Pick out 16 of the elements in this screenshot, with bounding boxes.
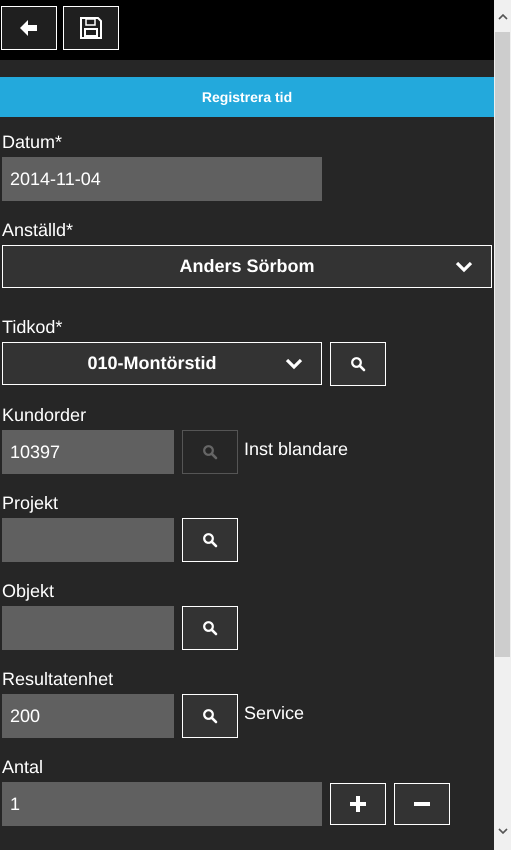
lookup-description: Inst blandare xyxy=(244,438,348,460)
field-label: Tidkod* xyxy=(2,316,62,338)
field-label: Objekt xyxy=(2,580,54,602)
employee-select[interactable]: Anders Sörbom xyxy=(2,245,492,288)
lookup-field[interactable]: 200 xyxy=(2,694,174,738)
date-field[interactable]: 2014-11-04 xyxy=(2,157,322,201)
field-label: Projekt xyxy=(2,492,58,514)
quantity-field[interactable]: 1 xyxy=(2,782,322,826)
time-code-select[interactable]: 010-Montörstid xyxy=(2,342,322,385)
lookup-description: Service xyxy=(244,702,304,724)
field-label: Anställd* xyxy=(2,219,74,241)
field-label: Datum* xyxy=(2,131,62,153)
field-label: Resultatenhet xyxy=(2,668,114,690)
page-title: Registrera tid xyxy=(202,88,292,107)
field-label: Kundorder xyxy=(2,404,86,426)
field-label: Antal xyxy=(2,756,44,778)
